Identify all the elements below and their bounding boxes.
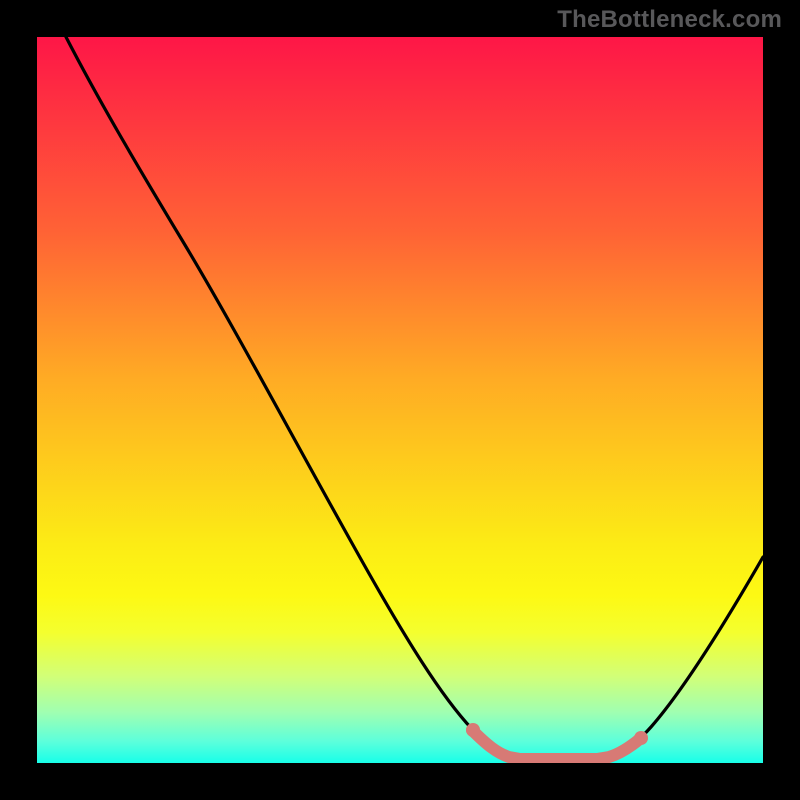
curve-svg [37,37,763,763]
chart-container: TheBottleneck.com [0,0,800,800]
highlight-end-dot [634,731,648,745]
highlight-start-dot [466,723,480,737]
plot-area [37,37,763,763]
highlight-segment [472,730,641,759]
bottleneck-curve [66,37,763,759]
watermark-text: TheBottleneck.com [557,6,782,34]
